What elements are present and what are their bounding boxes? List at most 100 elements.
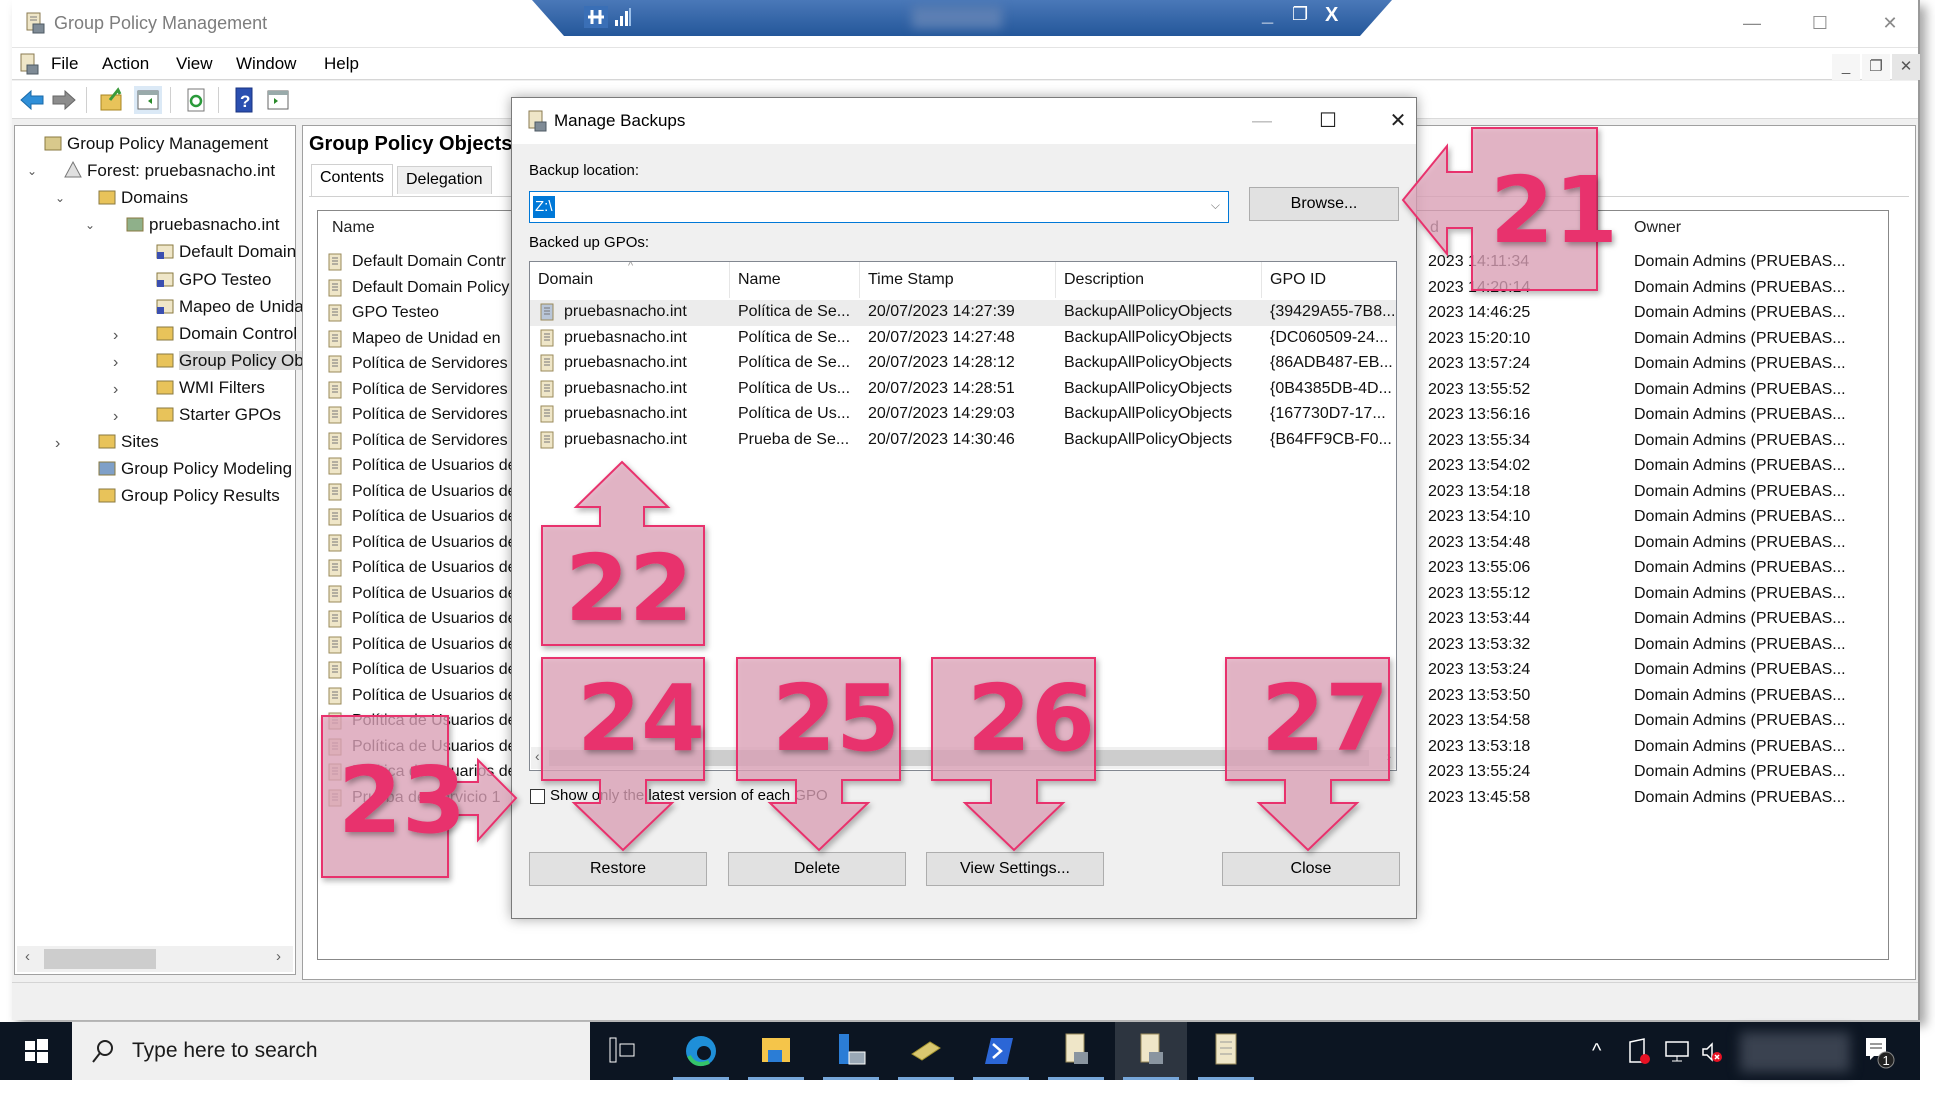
tree-item[interactable]: Group Policy Management — [43, 132, 268, 156]
maximize-button[interactable]: ☐ — [1800, 8, 1840, 38]
column-header-owner[interactable]: Owner — [1634, 219, 1681, 237]
taskbar-search-box[interactable]: Type here to search — [72, 1022, 590, 1080]
forward-arrow-icon[interactable] — [50, 86, 78, 114]
chevron-down-icon[interactable]: ⌄ — [27, 164, 37, 178]
mdi-minimize-button[interactable]: _ — [1832, 54, 1860, 80]
file-explorer-icon — [762, 1038, 790, 1062]
windows-start-icon[interactable] — [0, 1022, 72, 1080]
column-header-description[interactable]: Description — [1056, 262, 1262, 298]
menu-file[interactable]: File — [51, 54, 78, 74]
minimize-button[interactable]: — — [1732, 8, 1772, 38]
view-settings-button[interactable]: View Settings... — [926, 852, 1104, 886]
taskbar-app-powershell[interactable] — [965, 1022, 1037, 1080]
dialog-maximize-button[interactable]: ☐ — [1308, 106, 1348, 136]
chevron-right-icon[interactable]: › — [113, 408, 118, 426]
chevron-right-icon[interactable]: › — [113, 381, 118, 399]
tree-item[interactable]: Group Policy Modeling — [97, 457, 292, 481]
mdi-close-button[interactable]: ✕ — [1892, 54, 1920, 80]
menu-action[interactable]: Action — [102, 54, 149, 74]
close-button[interactable]: Close — [1222, 852, 1400, 886]
tree-item[interactable]: Group Policy Results — [97, 484, 280, 508]
taskbar-app-gpm-active[interactable] — [1115, 1022, 1187, 1080]
backup-row[interactable]: pruebasnacho.int Política de Us... 20/07/2… — [530, 402, 1396, 428]
volume-muted-icon[interactable] — [1700, 1040, 1724, 1064]
browse-button[interactable]: Browse... — [1249, 187, 1399, 221]
taskbar-app-task-view[interactable] — [590, 1022, 662, 1080]
backup-location-combobox[interactable]: Z:\ ⌵ — [529, 191, 1229, 223]
taskbar-app-edge[interactable] — [665, 1022, 737, 1080]
tab-delegation[interactable]: Delegation — [397, 166, 492, 194]
dialog-minimize-button[interactable]: — — [1242, 106, 1282, 136]
tree-horizontal-scrollbar[interactable]: ‹ › — [17, 946, 293, 972]
pin-icon[interactable] — [584, 6, 608, 28]
up-folder-icon[interactable] — [98, 86, 126, 114]
backup-row[interactable]: pruebasnacho.int Política de Se... 20/07/2… — [530, 351, 1396, 377]
close-button[interactable]: ✕ — [1870, 8, 1910, 38]
latest-version-label[interactable]: Show only the latest version of each GPO — [550, 787, 828, 804]
scrollbar-thumb[interactable] — [549, 750, 1369, 766]
chevron-right-icon[interactable]: › — [113, 327, 118, 345]
tree-item[interactable]: WMI Filters — [155, 376, 265, 400]
backup-row[interactable]: pruebasnacho.int Política de Se... 20/07/2… — [530, 326, 1396, 352]
gpo-modified: 2023 13:53:32 — [1428, 635, 1531, 653]
column-header-modified[interactable]: d — [1430, 219, 1439, 237]
clock[interactable] — [1740, 1032, 1850, 1072]
chevron-down-icon[interactable]: ⌵ — [1211, 198, 1220, 213]
horizontal-scrollbar[interactable]: ‹ › — [531, 747, 1396, 769]
column-header-gpo-id[interactable]: GPO ID — [1262, 262, 1396, 298]
gpo-modified: 2023 13:53:50 — [1428, 686, 1531, 704]
dialog-close-x-button[interactable]: ✕ — [1378, 106, 1418, 136]
delete-button[interactable]: Delete — [728, 852, 906, 886]
show-hide-action-pane-icon[interactable] — [264, 86, 292, 114]
backup-row[interactable]: pruebasnacho.int Política de Us... 20/07/2… — [530, 377, 1396, 403]
taskbar-app-server-manager[interactable] — [815, 1022, 887, 1080]
menu-window[interactable]: Window — [236, 54, 296, 74]
chevron-right-icon[interactable]: › — [55, 435, 60, 453]
update-icon[interactable] — [1626, 1038, 1654, 1066]
scroll-left-icon[interactable]: ‹ — [25, 948, 30, 965]
chevron-up-icon[interactable]: ^ — [1592, 1040, 1601, 1063]
tree-item[interactable]: Domain Control — [155, 322, 297, 346]
tree-item[interactable]: Domains — [97, 186, 188, 210]
tree-item[interactable]: Starter GPOs — [155, 403, 281, 427]
refresh-icon[interactable] — [182, 86, 210, 114]
remote-minimize-button[interactable]: _ — [1262, 4, 1273, 27]
taskbar-app-gpm[interactable] — [1040, 1022, 1112, 1080]
tree-item[interactable]: Mapeo de Unidа — [155, 295, 304, 319]
latest-version-checkbox[interactable] — [530, 789, 545, 804]
backup-row[interactable]: pruebasnacho.int Prueba de Se... 20/07/202… — [530, 428, 1396, 454]
tree-item[interactable]: Sites — [97, 430, 159, 454]
restore-button[interactable]: Restore — [529, 852, 707, 886]
column-header-name[interactable]: Name — [730, 262, 860, 298]
mdi-restore-button[interactable]: ❐ — [1862, 54, 1890, 80]
tree-item[interactable]: Group Policy Ob — [155, 349, 304, 373]
remote-restore-button[interactable]: ❐ — [1292, 4, 1308, 25]
remote-close-button[interactable]: X — [1325, 4, 1338, 27]
network-icon[interactable] — [1664, 1040, 1690, 1064]
taskbar-app-tools[interactable] — [890, 1022, 962, 1080]
back-arrow-icon[interactable] — [18, 86, 46, 114]
taskbar-app-notepad-scroll[interactable] — [1190, 1022, 1262, 1080]
menu-view[interactable]: View — [176, 54, 213, 74]
chevron-down-icon[interactable]: ⌄ — [85, 218, 95, 232]
tree-item[interactable]: pruebasnacho.int — [125, 213, 279, 237]
help-icon[interactable]: ? — [230, 86, 258, 114]
manage-backups-dialog: Manage Backups — ☐ ✕ Backup location: Z:… — [511, 97, 1417, 919]
tree-item[interactable]: GPO Testeo — [155, 268, 271, 292]
menu-help[interactable]: Help — [324, 54, 359, 74]
backup-row[interactable]: pruebasnacho.int Política de Se... 20/07/2… — [530, 300, 1396, 326]
chevron-down-icon[interactable]: ⌄ — [55, 191, 65, 205]
taskbar-app-file-explorer[interactable] — [740, 1022, 812, 1080]
scrollbar-thumb[interactable] — [44, 949, 156, 969]
tree-item[interactable]: Forest: pruebasnacho.int — [63, 159, 275, 183]
show-hide-tree-icon[interactable] — [134, 86, 162, 114]
scroll-right-icon[interactable]: › — [1386, 748, 1391, 764]
notifications-icon[interactable]: 1 — [1862, 1034, 1898, 1070]
scroll-left-icon[interactable]: ‹ — [535, 748, 540, 764]
column-header-timestamp[interactable]: Time Stamp — [860, 262, 1056, 298]
column-header-name[interactable]: Name — [332, 219, 375, 237]
scroll-right-icon[interactable]: › — [276, 948, 281, 965]
tab-contents[interactable]: Contents — [311, 164, 394, 196]
tree-item[interactable]: Default Domain — [155, 240, 296, 264]
chevron-right-icon[interactable]: › — [113, 354, 118, 372]
